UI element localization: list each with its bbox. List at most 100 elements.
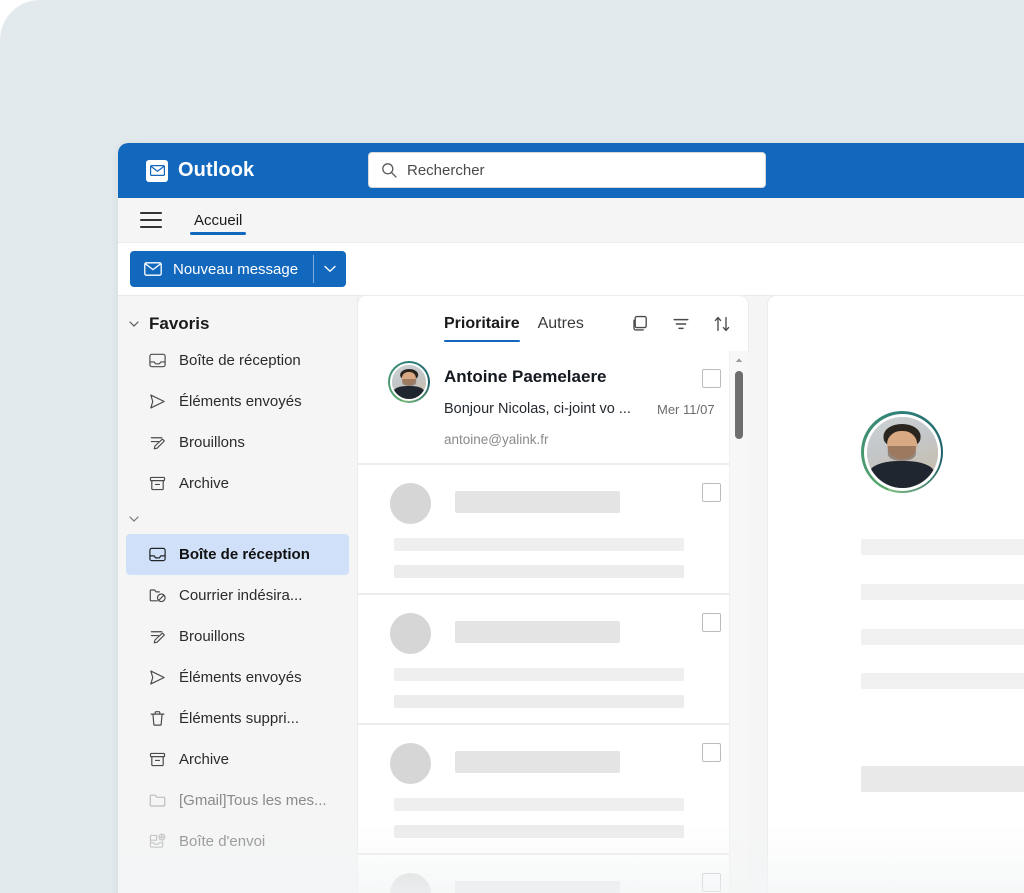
sidebar-item-label: Boîte de réception <box>179 546 310 563</box>
message-row-selected[interactable]: Antoine Paemelaere Bonjour Nicolas, ci-j… <box>358 351 748 463</box>
new-message-dropdown[interactable] <box>314 251 346 287</box>
preview-placeholder-line-2 <box>394 825 684 838</box>
search-input[interactable]: Rechercher <box>368 152 766 188</box>
message-row-placeholder[interactable] <box>358 725 748 853</box>
reading-pane-line-placeholder <box>861 673 1024 689</box>
action-bar: Nouveau message <box>118 243 1024 296</box>
message-select-checkbox[interactable] <box>702 483 721 502</box>
app-name: Outlook <box>178 159 255 181</box>
reading-pane-line-placeholder <box>861 584 1024 600</box>
sidebar-item-drafts[interactable]: Brouillons <box>126 616 349 657</box>
preview-placeholder-line-2 <box>394 695 684 708</box>
new-message-main[interactable]: Nouveau message <box>130 251 313 287</box>
sidebar-item-inbox[interactable]: Boîte de réception <box>126 534 349 575</box>
sidebar-item-sent[interactable]: Éléments envoyés <box>126 657 349 698</box>
sidebar-item-outbox[interactable]: Boîte d'envoi <box>126 821 349 862</box>
avatar-placeholder <box>390 483 431 524</box>
draft-pencil-icon <box>150 631 165 644</box>
account-group-header[interactable] <box>118 504 357 534</box>
avatar-placeholder <box>390 873 431 893</box>
reading-pane-line-placeholder <box>861 629 1024 645</box>
conversation-view-icon[interactable] <box>630 314 650 334</box>
tab-prioritaire[interactable]: Prioritaire <box>444 296 520 351</box>
outlook-window: Outlook Rechercher Accueil Nouveau messa… <box>118 143 1024 893</box>
sidebar-item-fav-inbox[interactable]: Boîte de réception <box>126 340 349 381</box>
send-icon <box>150 670 165 685</box>
message-list-header: Prioritaire Autres <box>358 296 748 351</box>
message-row-placeholder[interactable] <box>358 855 748 893</box>
preview-placeholder-line-1 <box>394 798 684 811</box>
app-body: Favoris Boîte de réception Éléments envo… <box>118 296 1024 893</box>
envelope-icon <box>144 262 162 276</box>
message-select-checkbox[interactable] <box>702 613 721 632</box>
sidebar-item-label: Boîte de réception <box>179 352 301 369</box>
avatar-placeholder <box>390 743 431 784</box>
tab-accueil[interactable]: Accueil <box>190 198 247 242</box>
sidebar-item-junk[interactable]: Courrier indésira... <box>126 575 349 616</box>
message-list: Prioritaire Autres Antoine Paemelaere Bo… <box>358 296 748 893</box>
archive-icon <box>149 752 166 767</box>
sidebar-item-deleted[interactable]: Éléments suppri... <box>126 698 349 739</box>
pivot-active-underline <box>444 339 520 342</box>
preview-placeholder-line-1 <box>394 668 684 681</box>
chevron-down-icon <box>324 265 336 273</box>
chevron-down-icon <box>129 321 139 327</box>
reading-pane-avatar <box>861 411 943 493</box>
hamburger-icon[interactable] <box>140 212 162 228</box>
screen: Outlook Rechercher Accueil Nouveau messa… <box>0 0 1024 893</box>
sidebar-item-label: Éléments suppri... <box>179 710 300 727</box>
sidebar-item-archive[interactable]: Archive <box>126 739 349 780</box>
new-message-button[interactable]: Nouveau message <box>130 251 347 287</box>
sidebar-item-label: [Gmail]Tous les mes... <box>179 792 327 809</box>
sidebar-item-label: Boîte d'envoi <box>179 833 266 850</box>
scroll-up-arrow-icon[interactable] <box>735 357 743 363</box>
message-list-scrollbar[interactable] <box>729 351 748 893</box>
message-row-placeholder[interactable] <box>358 595 748 723</box>
draft-pencil-icon <box>150 437 165 450</box>
title-bar: Outlook Rechercher <box>118 143 1024 198</box>
folder-sidebar: Favoris Boîte de réception Éléments envo… <box>118 296 358 893</box>
reading-pane <box>768 296 1024 893</box>
inbox-icon <box>149 353 166 368</box>
sidebar-item-label: Éléments envoyés <box>179 393 302 410</box>
sidebar-item-gmail-all[interactable]: [Gmail]Tous les mes... <box>126 780 349 821</box>
favorites-label: Favoris <box>149 314 210 333</box>
ribbon-bar: Accueil <box>118 198 1024 243</box>
preview-placeholder-line-1 <box>394 538 684 551</box>
message-list-body[interactable]: Antoine Paemelaere Bonjour Nicolas, ci-j… <box>358 351 748 893</box>
scrollbar-thumb[interactable] <box>735 371 743 439</box>
sender-placeholder <box>455 751 620 773</box>
archive-icon <box>149 476 166 491</box>
new-message-label: Nouveau message <box>173 260 299 278</box>
tab-autres-label: Autres <box>537 314 584 332</box>
contact-photo <box>866 416 938 488</box>
reading-pane-line-placeholder <box>861 539 1024 555</box>
message-list-tools <box>630 314 732 334</box>
message-date: Mer 11/07 <box>657 402 715 417</box>
filter-icon[interactable] <box>671 314 691 334</box>
message-select-checkbox[interactable] <box>702 369 721 388</box>
tab-prioritaire-label: Prioritaire <box>444 314 520 332</box>
sidebar-item-fav-drafts[interactable]: Brouillons <box>126 422 349 463</box>
page-corner-mask <box>0 0 54 40</box>
message-select-checkbox[interactable] <box>702 873 721 892</box>
message-sender: Antoine Paemelaere <box>444 367 607 386</box>
folder-icon <box>149 794 166 807</box>
sidebar-item-label: Brouillons <box>179 434 245 451</box>
sort-icon[interactable] <box>712 314 732 334</box>
favorites-group-header[interactable]: Favoris <box>118 308 357 340</box>
message-select-checkbox[interactable] <box>702 743 721 762</box>
tab-autres[interactable]: Autres <box>538 296 584 351</box>
tab-accueil-label: Accueil <box>194 211 243 229</box>
mail-icon <box>146 159 168 182</box>
junk-folder-icon <box>149 589 166 603</box>
sidebar-item-label: Brouillons <box>179 628 245 645</box>
sidebar-item-fav-sent[interactable]: Éléments envoyés <box>126 381 349 422</box>
reading-pane-line-placeholder <box>861 766 1024 792</box>
inbox-icon <box>149 547 166 562</box>
message-row-placeholder[interactable] <box>358 465 748 593</box>
sidebar-item-fav-archive[interactable]: Archive <box>126 463 349 504</box>
avatar-placeholder <box>390 613 431 654</box>
trash-icon <box>150 711 165 726</box>
search-placeholder: Rechercher <box>407 161 485 179</box>
